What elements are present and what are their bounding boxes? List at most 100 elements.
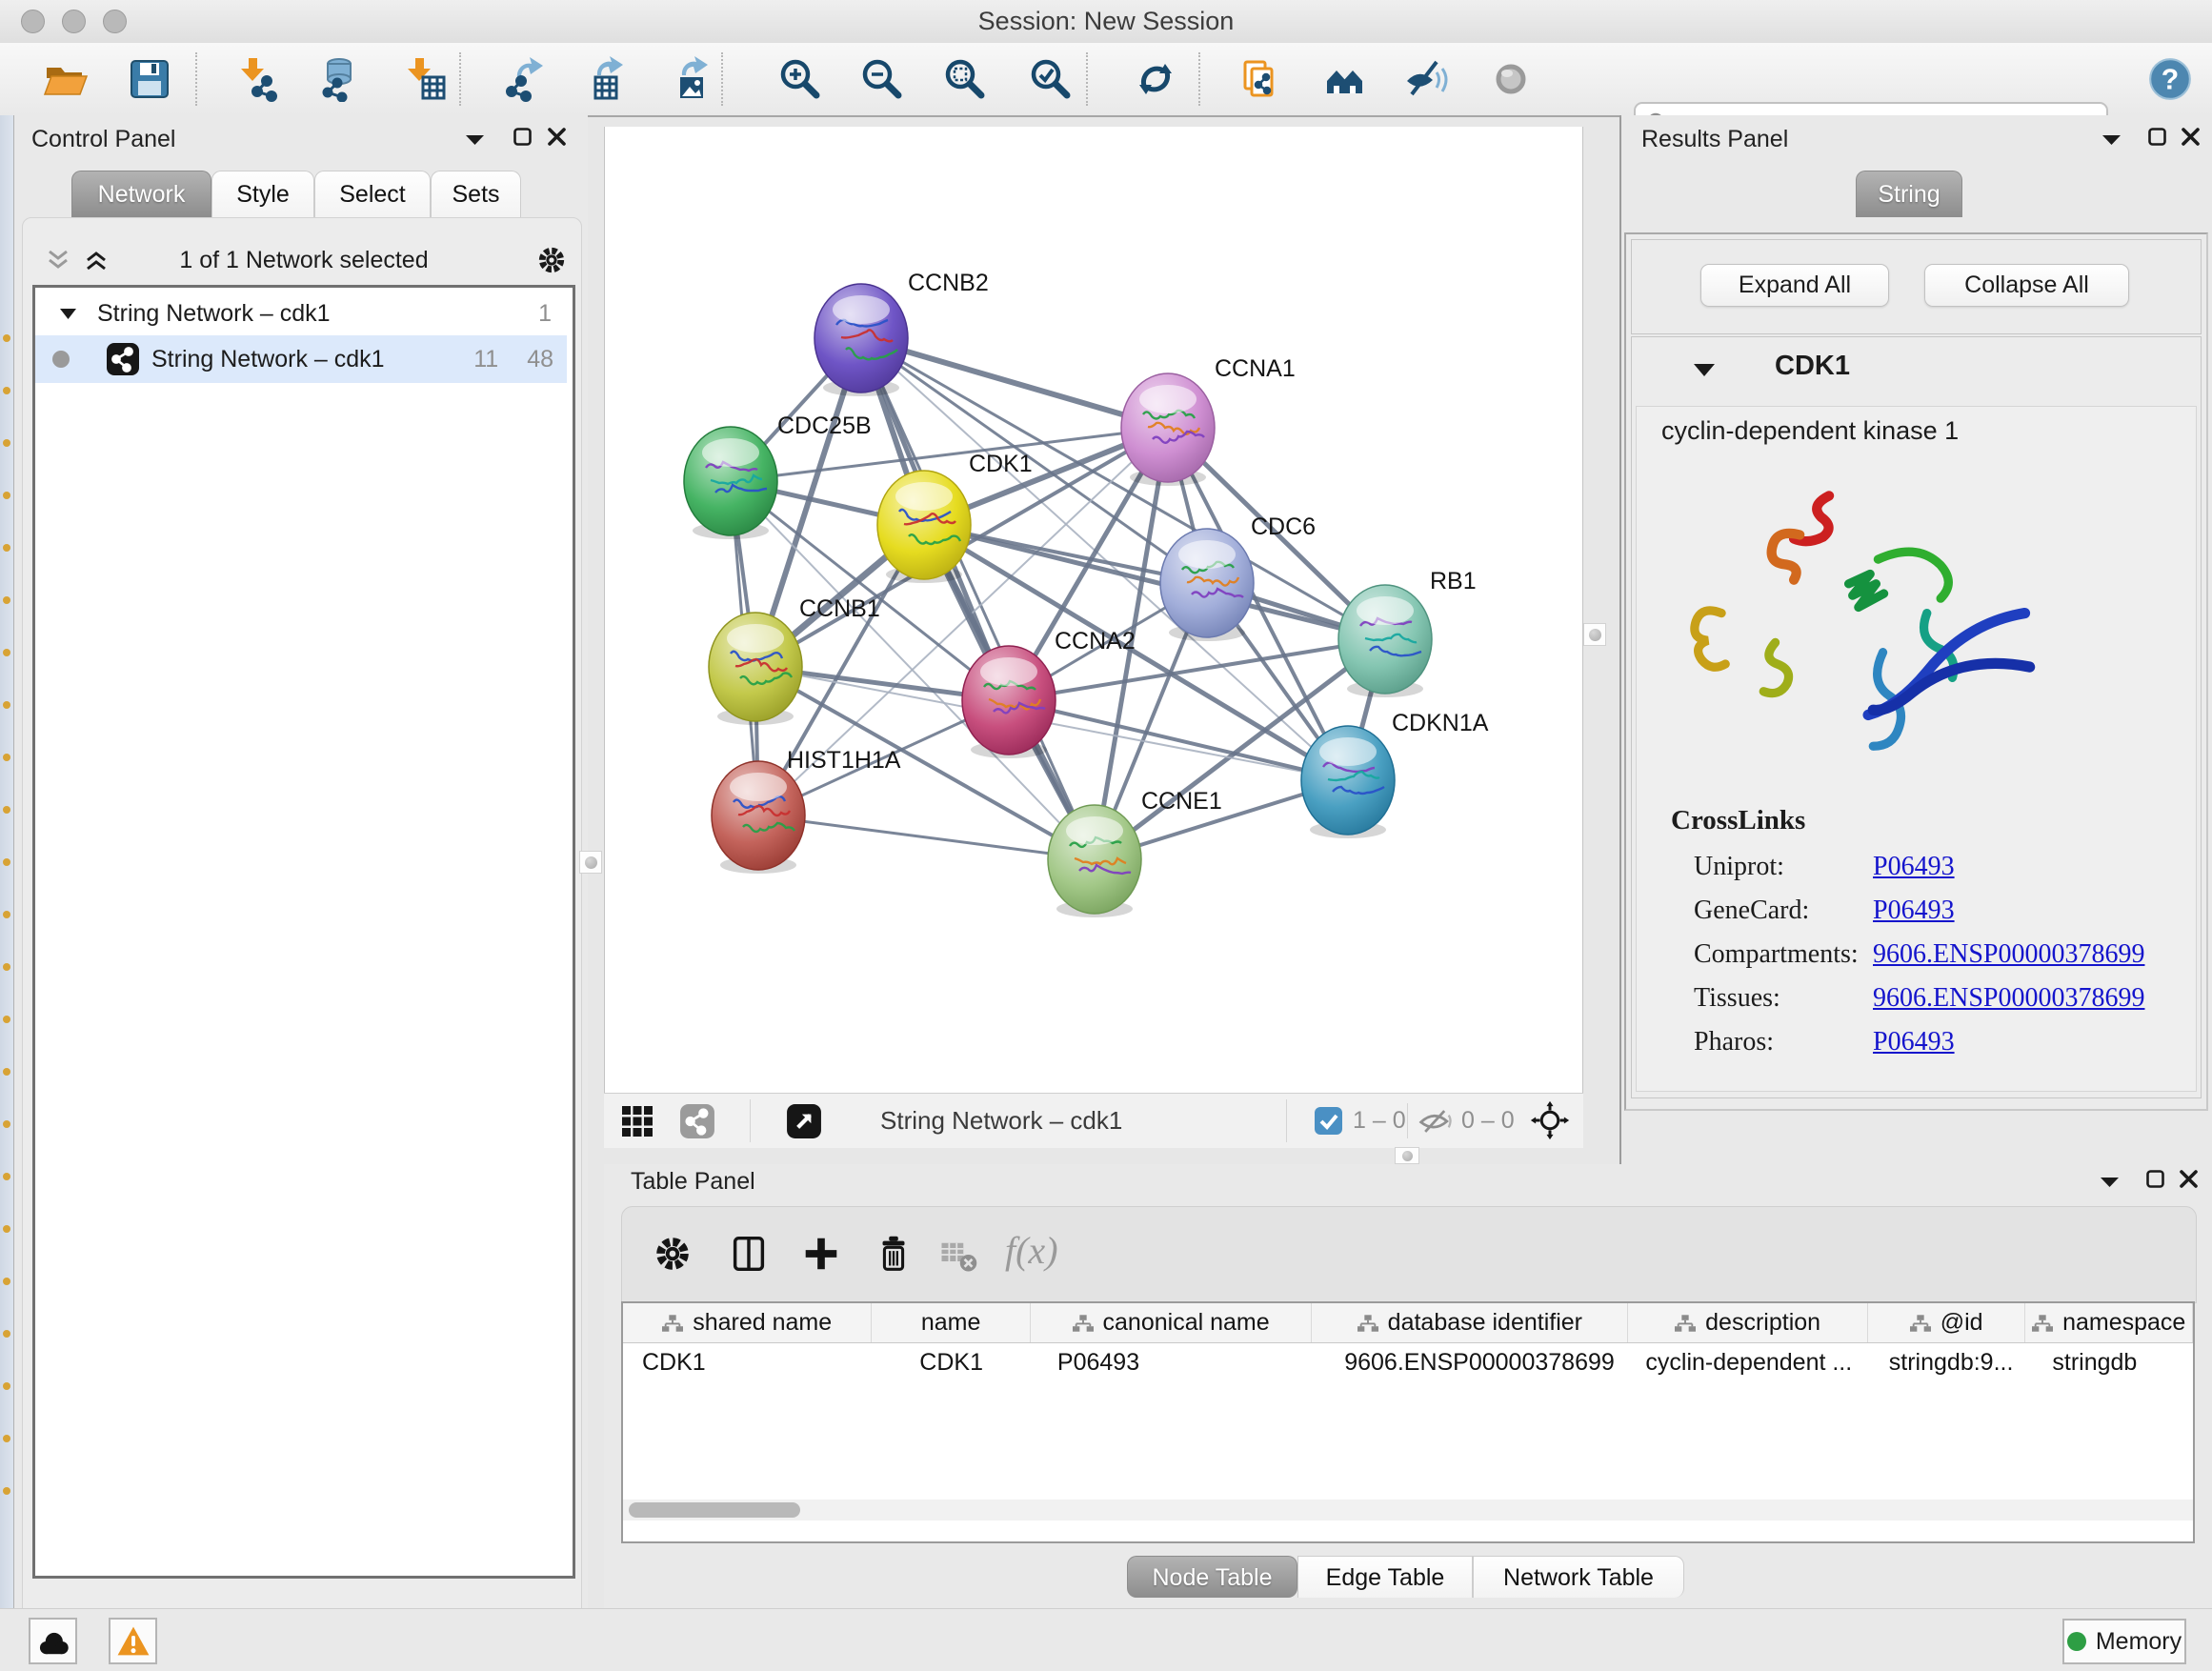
string-view-icon[interactable] <box>679 1103 715 1139</box>
network-edge[interactable] <box>758 815 1095 859</box>
tab-sets[interactable]: Sets <box>431 171 521 217</box>
crosslink-genecard[interactable]: P06493 <box>1873 889 2144 933</box>
network-graph[interactable]: CCNB2CCNA1CDC25BCDK1CDC6RB1CCNB1CCNA2CDK… <box>605 127 1584 1093</box>
network-node-ccne1[interactable]: CCNE1 <box>1048 788 1222 917</box>
network-node-cdc25b[interactable]: CDC25B <box>684 413 872 539</box>
card-collapse-icon[interactable] <box>1694 364 1715 376</box>
table-cell[interactable]: CDK1 <box>623 1343 872 1381</box>
tree-expander-icon[interactable] <box>60 309 76 319</box>
crosslink-uniprot[interactable]: P06493 <box>1873 845 2144 889</box>
scrollbar-thumb[interactable] <box>629 1502 800 1518</box>
results-panel-close-icon[interactable] <box>2182 128 2200 146</box>
network-edge[interactable] <box>924 525 1385 639</box>
zoom-selected-button[interactable] <box>1026 54 1076 104</box>
table-cell[interactable]: stringdb <box>2025 1343 2193 1381</box>
network-node-hist1h1a[interactable]: HIST1H1A <box>712 747 901 874</box>
export-table-button[interactable] <box>580 54 630 104</box>
table-panel-float-icon[interactable] <box>2146 1170 2164 1188</box>
tab-select[interactable]: Select <box>314 171 431 217</box>
column-header-description[interactable]: description <box>1628 1303 1867 1342</box>
delete-column-icon[interactable] <box>872 1232 915 1276</box>
export-image-button[interactable] <box>665 54 714 104</box>
column-header--id[interactable]: @id <box>1868 1303 2026 1342</box>
table-cell[interactable]: cyclin-dependent ... <box>1628 1343 1867 1381</box>
zoom-in-button[interactable] <box>775 54 825 104</box>
birds-eye-view-button[interactable] <box>1319 54 1369 104</box>
birdseye-toggle-icon[interactable] <box>1530 1100 1570 1140</box>
column-header-database-identifier[interactable]: database identifier <box>1312 1303 1628 1342</box>
tab-edge-table[interactable]: Edge Table <box>1297 1556 1473 1598</box>
network-node-cdc6[interactable]: CDC6 <box>1160 513 1316 641</box>
export-network-button[interactable] <box>500 54 550 104</box>
network-options-gear-icon[interactable] <box>534 243 569 277</box>
network-row-selected[interactable]: String Network – cdk1 11 48 <box>35 335 567 383</box>
zoom-out-icon <box>859 56 905 102</box>
collapse-all-button[interactable]: Collapse All <box>1924 264 2129 307</box>
tab-network-table[interactable]: Network Table <box>1473 1556 1684 1598</box>
tab-network[interactable]: Network <box>71 171 211 217</box>
table-panel-close-icon[interactable] <box>2180 1170 2198 1188</box>
crosslink-pharos[interactable]: P06493 <box>1873 1020 2144 1064</box>
add-column-icon[interactable] <box>799 1232 843 1276</box>
expand-all-icon[interactable] <box>84 250 109 271</box>
table-row[interactable]: CDK1CDK1P064939606.ENSP00000378699cyclin… <box>623 1343 2193 1381</box>
horizontal-splitter-handle[interactable] <box>1395 1147 1419 1164</box>
zoom-fit-button[interactable] <box>940 54 990 104</box>
table-cell[interactable]: P06493 <box>1031 1343 1312 1381</box>
table-cell[interactable]: stringdb:9... <box>1868 1343 2026 1381</box>
import-table-button[interactable] <box>400 54 450 104</box>
memory-button[interactable]: Memory <box>2062 1619 2186 1664</box>
table-panel-menu-icon[interactable] <box>2101 1178 2119 1187</box>
left-splitter-handle[interactable] <box>579 851 602 874</box>
control-panel-close-icon[interactable] <box>548 128 566 146</box>
column-header-namespace[interactable]: namespace <box>2025 1303 2193 1342</box>
network-canvas[interactable]: CCNB2CCNA1CDC25BCDK1CDC6RB1CCNB1CCNA2CDK… <box>604 127 1583 1093</box>
show-columns-icon[interactable] <box>727 1232 771 1276</box>
network-node-cdkn1a[interactable]: CDKN1A <box>1301 710 1489 838</box>
import-network-icon <box>235 56 281 102</box>
control-panel-menu-icon[interactable] <box>466 135 484 145</box>
control-panel-float-icon[interactable] <box>513 128 532 146</box>
tab-string[interactable]: String <box>1856 171 1962 217</box>
network-node-rb1[interactable]: RB1 <box>1338 568 1477 697</box>
column-header-name[interactable]: name <box>872 1303 1031 1342</box>
tab-node-table[interactable]: Node Table <box>1127 1556 1297 1598</box>
table-cell[interactable]: 9606.ENSP00000378699 <box>1312 1343 1628 1381</box>
tab-style[interactable]: Style <box>211 171 314 217</box>
hide-panel-button[interactable] <box>1401 54 1451 104</box>
column-header-canonical-name[interactable]: canonical name <box>1031 1303 1312 1342</box>
column-header-shared-name[interactable]: shared name <box>623 1303 872 1342</box>
help-button[interactable]: ? <box>2145 54 2195 104</box>
open-session-button[interactable] <box>40 54 90 104</box>
network-collection-row[interactable]: String Network – cdk1 1 <box>35 292 567 335</box>
horizontal-scrollbar[interactable] <box>623 1500 2193 1520</box>
crosslink-tissues[interactable]: 9606.ENSP00000378699 <box>1873 976 2144 1020</box>
import-network-file-button[interactable] <box>233 54 283 104</box>
table-options-gear-icon[interactable] <box>651 1232 694 1276</box>
warnings-button[interactable] <box>109 1618 157 1664</box>
strip-dot-icon <box>3 492 10 499</box>
column-header-label: shared name <box>693 1309 832 1337</box>
expand-all-button[interactable]: Expand All <box>1700 264 1889 307</box>
show-panel-button[interactable] <box>1486 54 1536 104</box>
toolbar-separator <box>721 52 723 106</box>
selected-checkbox-icon[interactable] <box>1314 1106 1343 1136</box>
network-edge[interactable] <box>861 338 1095 859</box>
results-panel-float-icon[interactable] <box>2148 128 2166 146</box>
right-splitter-handle[interactable] <box>1583 623 1606 646</box>
open-in-window-icon[interactable] <box>786 1103 822 1139</box>
grid-view-icon[interactable] <box>620 1104 654 1138</box>
zoom-out-button[interactable] <box>857 54 907 104</box>
table-cell[interactable]: CDK1 <box>872 1343 1031 1381</box>
results-panel-menu-icon[interactable] <box>2102 135 2121 145</box>
network-node-cdk1[interactable]: CDK1 <box>877 451 1033 583</box>
network-snapshot-button[interactable] <box>1235 54 1284 104</box>
import-network-database-button[interactable] <box>312 54 362 104</box>
network-node-ccnb1[interactable]: CCNB1 <box>709 595 880 725</box>
network-node-ccnb2[interactable]: CCNB2 <box>814 270 989 396</box>
crosslink-compartments[interactable]: 9606.ENSP00000378699 <box>1873 933 2144 976</box>
apply-layout-button[interactable] <box>1131 54 1180 104</box>
save-session-button[interactable] <box>125 54 174 104</box>
cloud-status-button[interactable] <box>29 1618 77 1664</box>
collapse-all-icon[interactable] <box>46 250 70 271</box>
